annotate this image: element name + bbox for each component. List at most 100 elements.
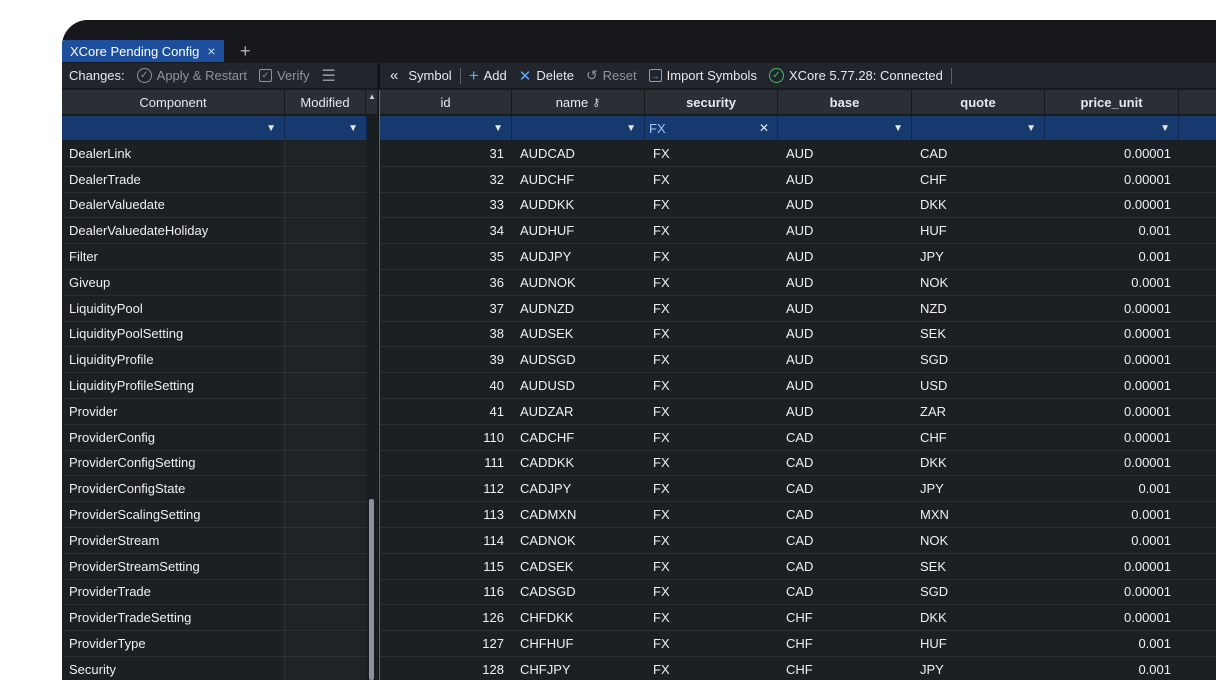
component-list-scrollbar[interactable] bbox=[367, 115, 377, 680]
import-symbols-button[interactable]: → Import Symbols bbox=[648, 68, 757, 83]
column-header-base[interactable]: base bbox=[778, 90, 912, 114]
component-row[interactable]: Filter bbox=[62, 244, 367, 270]
name-cell: CHFHUF bbox=[520, 636, 574, 652]
toolbar-separator bbox=[950, 67, 952, 84]
filter-icon[interactable]: ▼ bbox=[285, 116, 367, 140]
price-unit-cell: 0.00001 bbox=[1124, 197, 1171, 213]
base-cell: AUD bbox=[786, 197, 814, 213]
symbol-row[interactable]: 110 CADCHF FX CAD CHF 0.00001 bbox=[380, 425, 1216, 451]
component-row[interactable]: LiquidityPool bbox=[62, 295, 367, 322]
column-header-price-unit[interactable]: price_unit bbox=[1045, 90, 1179, 114]
scrollbar-thumb[interactable] bbox=[369, 499, 374, 680]
symbol-row[interactable]: 37 AUDNZD FX AUD NZD 0.00001 bbox=[380, 296, 1216, 322]
column-header-modified[interactable]: Modified bbox=[285, 90, 366, 114]
column-header-id[interactable]: id bbox=[380, 90, 512, 114]
component-row[interactable]: Giveup bbox=[62, 269, 367, 296]
component-row[interactable]: ProviderConfigSetting bbox=[62, 450, 367, 477]
id-cell: 34 bbox=[489, 223, 504, 239]
verify-button[interactable]: ✓ Verify bbox=[258, 68, 310, 83]
symbol-row[interactable]: 126 CHFDKK FX CHF DKK 0.00001 bbox=[380, 605, 1216, 632]
component-row[interactable]: DealerLink bbox=[62, 141, 367, 167]
column-header-quote[interactable]: quote bbox=[912, 90, 1045, 114]
menu-icon[interactable]: ☰ bbox=[322, 66, 336, 86]
component-name-cell: ProviderStream bbox=[62, 527, 285, 553]
symbol-row[interactable]: 113 CADMXN FX CAD MXN 0.0001 bbox=[380, 502, 1216, 528]
connection-status: ✓ XCore 5.77.28: Connected bbox=[768, 68, 943, 83]
component-name-cell: Giveup bbox=[62, 269, 285, 295]
symbol-row[interactable]: 36 AUDNOK FX AUD NOK 0.0001 bbox=[380, 270, 1216, 296]
symbol-row[interactable]: 34 AUDHUF FX AUD HUF 0.001 bbox=[380, 218, 1216, 245]
extra-cell bbox=[1179, 270, 1216, 295]
symbol-row[interactable]: 38 AUDSEK FX AUD SEK 0.00001 bbox=[380, 322, 1216, 348]
column-header-security[interactable]: security bbox=[645, 90, 778, 114]
symbol-row[interactable]: 41 AUDZAR FX AUD ZAR 0.00001 bbox=[380, 399, 1216, 425]
collapse-panel-icon[interactable]: « bbox=[390, 67, 398, 84]
component-row[interactable]: ProviderScalingSetting bbox=[62, 502, 367, 528]
symbol-row[interactable]: 40 AUDUSD FX AUD USD 0.00001 bbox=[380, 373, 1216, 399]
component-row[interactable]: DealerValuedate bbox=[62, 192, 367, 219]
id-cell: 36 bbox=[489, 274, 504, 290]
column-header-extra bbox=[1179, 90, 1216, 114]
id-cell: 40 bbox=[489, 378, 504, 394]
symbol-row[interactable]: 112 CADJPY FX CAD JPY 0.001 bbox=[380, 476, 1216, 503]
filter-icon[interactable]: ▼ bbox=[512, 116, 645, 140]
extra-cell bbox=[1179, 451, 1216, 476]
delete-button[interactable]: ✕ Delete bbox=[519, 67, 574, 85]
symbol-row[interactable]: 35 AUDJPY FX AUD JPY 0.001 bbox=[380, 244, 1216, 270]
symbol-row[interactable]: 39 AUDSGD FX AUD SGD 0.00001 bbox=[380, 347, 1216, 374]
symbol-row[interactable]: 33 AUDDKK FX AUD DKK 0.00001 bbox=[380, 193, 1216, 219]
symbol-row[interactable]: 32 AUDCHF FX AUD CHF 0.00001 bbox=[380, 167, 1216, 193]
tab-close-icon[interactable]: × bbox=[207, 43, 215, 59]
component-row[interactable]: Security bbox=[62, 656, 367, 680]
quote-cell: MXN bbox=[920, 507, 949, 523]
id-cell: 111 bbox=[484, 455, 504, 471]
security-filter-input[interactable]: FX ✕ bbox=[645, 116, 778, 140]
modified-cell bbox=[285, 347, 366, 373]
component-row[interactable]: LiquidityPoolSetting bbox=[62, 321, 367, 348]
component-row[interactable]: LiquidityProfile bbox=[62, 347, 367, 374]
filter-icon[interactable]: ▼ bbox=[1045, 116, 1179, 140]
symbol-row[interactable]: 111 CADDKK FX CAD DKK 0.00001 bbox=[380, 451, 1216, 477]
filter-icon[interactable]: ▼ bbox=[778, 116, 912, 140]
security-cell: FX bbox=[653, 507, 670, 523]
price-unit-cell: 0.00001 bbox=[1124, 558, 1171, 574]
filter-icon[interactable]: ▼ bbox=[62, 116, 285, 140]
add-tab-icon[interactable]: + bbox=[240, 40, 251, 62]
component-row[interactable]: Provider bbox=[62, 398, 367, 425]
symbol-toolbar: « Symbol + Add ✕ Delete ↺ Reset → Import… bbox=[380, 63, 1216, 89]
extra-cell bbox=[1179, 476, 1216, 501]
filter-icon[interactable]: ▼ bbox=[380, 116, 512, 140]
component-row[interactable]: ProviderType bbox=[62, 631, 367, 657]
add-button[interactable]: + Add bbox=[469, 66, 507, 86]
symbol-row[interactable]: 114 CADNOK FX CAD NOK 0.0001 bbox=[380, 528, 1216, 554]
symbol-row[interactable]: 127 CHFHUF FX CHF HUF 0.001 bbox=[380, 631, 1216, 657]
component-row[interactable]: ProviderConfigState bbox=[62, 476, 367, 503]
component-row[interactable]: ProviderConfig bbox=[62, 424, 367, 451]
component-row[interactable]: DealerTrade bbox=[62, 166, 367, 193]
component-row[interactable]: ProviderTradeSetting bbox=[62, 605, 367, 632]
tab-xcore-pending-config[interactable]: XCore Pending Config × bbox=[62, 40, 224, 62]
apply-restart-button[interactable]: ✓ Apply & Restart bbox=[136, 68, 247, 83]
column-header-component[interactable]: Component bbox=[62, 90, 285, 114]
extra-cell bbox=[1179, 193, 1216, 218]
column-header-name[interactable]: name ⚷ bbox=[512, 90, 645, 114]
symbol-row[interactable]: 128 CHFJPY FX CHF JPY 0.001 bbox=[380, 657, 1216, 680]
id-cell: 115 bbox=[483, 558, 504, 574]
component-row[interactable]: ProviderTrade bbox=[62, 579, 367, 606]
component-row[interactable]: ProviderStreamSetting bbox=[62, 553, 367, 580]
modified-cell bbox=[285, 321, 366, 347]
reset-button[interactable]: ↺ Reset bbox=[586, 67, 637, 84]
clear-filter-icon[interactable]: ✕ bbox=[759, 121, 769, 135]
symbol-row[interactable]: 31 AUDCAD FX AUD CAD 0.00001 bbox=[380, 141, 1216, 167]
component-row[interactable]: ProviderStream bbox=[62, 527, 367, 554]
modified-cell bbox=[285, 141, 366, 166]
filter-icon[interactable]: ▼ bbox=[912, 116, 1045, 140]
extra-cell bbox=[1179, 657, 1216, 680]
symbol-row[interactable]: 116 CADSGD FX CAD SGD 0.00001 bbox=[380, 580, 1216, 606]
scroll-up-icon[interactable]: ▲ bbox=[367, 92, 377, 112]
component-row[interactable]: LiquidityProfileSetting bbox=[62, 373, 367, 399]
component-row[interactable]: DealerValuedateHoliday bbox=[62, 218, 367, 245]
modified-cell bbox=[285, 553, 366, 579]
symbol-row[interactable]: 115 CADSEK FX CAD SEK 0.00001 bbox=[380, 554, 1216, 580]
symbol-label: Symbol bbox=[408, 68, 452, 83]
